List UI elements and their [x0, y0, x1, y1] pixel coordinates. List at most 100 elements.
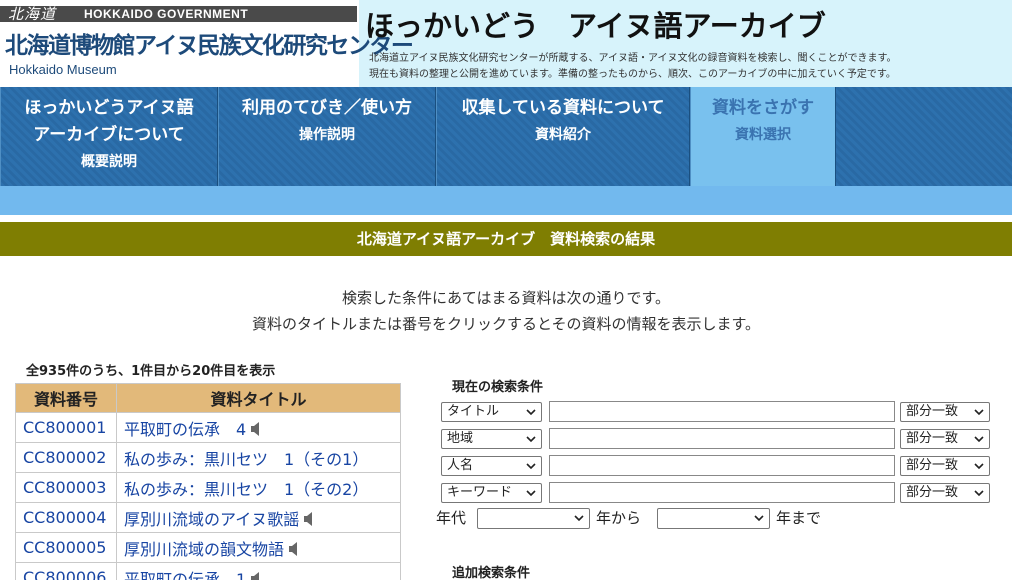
field-select-value: タイトル [447, 404, 500, 419]
logo-banner: 北海道 HOKKAIDO GOVERNMENT [0, 5, 357, 23]
speaker-icon[interactable] [288, 541, 302, 557]
table-row: CC800004 厚別川流域のアイヌ歌謡 [15, 502, 401, 533]
column-header-title: 資料タイトル [116, 383, 401, 413]
year-to-label: 年まで [776, 509, 822, 527]
material-title-link[interactable]: 厚別川流域の韻文物語 [124, 540, 284, 559]
site-description: 北海道立アイヌ民族文化研究センターが所蔵する、アイヌ語・アイヌ文化の録音資料を検… [369, 51, 897, 83]
field-select-4[interactable]: キーワード [441, 483, 542, 503]
nav-item-about[interactable]: ほっかいどうアイヌ語 アーカイブについて 概要説明 [0, 87, 218, 186]
year-label: 年代 [436, 509, 467, 527]
material-title-cell: 厚別川流域のアイヌ歌謡 [116, 502, 401, 533]
chevron-down-icon [754, 515, 764, 522]
material-title-link[interactable]: 厚別川流域のアイヌ歌謡 [124, 510, 299, 529]
search-input-4[interactable] [549, 482, 895, 503]
material-title-link[interactable]: 平取町の伝承 4 [124, 420, 246, 439]
search-input-1[interactable] [549, 401, 895, 422]
current-conditions-label: 現在の検索条件 [452, 380, 544, 395]
year-to-select[interactable] [657, 508, 770, 529]
table-row: CC800003 私の歩み：黒川セツ 1（その2） [15, 472, 401, 503]
nav-item-sublabel: 操作説明 [299, 127, 355, 143]
material-title-link[interactable]: 私の歩み：黒川セツ 1（その2） [124, 480, 368, 499]
table-row: CC800002 私の歩み：黒川セツ 1（その1） [15, 442, 401, 473]
field-select-3[interactable]: 人名 [441, 456, 542, 476]
intro-line-1: 検索した条件にあてはまる資料は次の通りです。 [342, 289, 670, 307]
year-from-label: 年から [596, 509, 642, 527]
chevron-down-icon [574, 515, 584, 522]
field-select-value: キーワード [447, 485, 513, 500]
speaker-icon[interactable] [303, 511, 317, 527]
chevron-down-icon [974, 463, 984, 470]
year-from-select[interactable] [477, 508, 590, 529]
chevron-down-icon [526, 490, 536, 497]
additional-conditions-label: 追加検索条件 [452, 566, 531, 580]
main-nav: ほっかいどうアイヌ語 アーカイブについて 概要説明 利用のてびき／使い方 操作説… [0, 87, 1012, 186]
intro-text: 検索した条件にあてはまる資料は次の通りです。 資料のタイトルまたは番号をクリック… [0, 285, 1012, 337]
material-title-cell: 平取町の伝承 4 [116, 412, 401, 443]
material-title-cell: 私の歩み：黒川セツ 1（その2） [116, 472, 401, 503]
nav-item-sublabel: 資料紹介 [535, 127, 591, 143]
table-row: CC800006 平取町の伝承 1 [15, 562, 401, 580]
speaker-icon[interactable] [250, 571, 264, 580]
match-select-value: 部分一致 [906, 485, 959, 500]
speaker-icon[interactable] [250, 421, 264, 437]
column-header-id: 資料番号 [15, 383, 117, 413]
site-title: ほっかいどう アイヌ語アーカイブ [365, 9, 826, 43]
results-table: 資料番号 資料タイトル CC800001 平取町の伝承 4 CC800002 私… [15, 383, 401, 580]
table-header-row: 資料番号 資料タイトル [15, 383, 401, 413]
match-select-1[interactable]: 部分一致 [900, 402, 990, 422]
nav-item-sublabel: 概要説明 [81, 154, 137, 170]
table-row: CC800005 厚別川流域の韻文物語 [15, 532, 401, 563]
nav-subband [0, 186, 1012, 215]
chevron-down-icon [526, 463, 536, 470]
result-count: 全935件のうち、1件目から20件目を表示 [26, 364, 276, 379]
section-title: 北海道アイヌ語アーカイブ 資料検索の結果 [0, 222, 1012, 256]
material-id-link[interactable]: CC800001 [15, 412, 117, 443]
match-select-value: 部分一致 [906, 458, 959, 473]
museum-logo[interactable]: 北海道 HOKKAIDO GOVERNMENT 北海道博物館アイヌ民族文化研究セ… [0, 0, 414, 87]
field-select-value: 人名 [447, 458, 474, 473]
material-title-link[interactable]: 私の歩み：黒川セツ 1（その1） [124, 450, 368, 469]
site-header: 北海道 HOKKAIDO GOVERNMENT 北海道博物館アイヌ民族文化研究セ… [0, 0, 1012, 87]
chevron-down-icon [974, 490, 984, 497]
field-select-1[interactable]: タイトル [441, 402, 542, 422]
nav-item-label: 資料をさがす [712, 98, 814, 118]
material-id-link[interactable]: CC800002 [15, 442, 117, 473]
chevron-down-icon [526, 409, 536, 416]
nav-item-search[interactable]: 資料をさがす 資料選択 [690, 87, 836, 186]
match-select-value: 部分一致 [906, 431, 959, 446]
material-id-link[interactable]: CC800005 [15, 532, 117, 563]
material-id-link[interactable]: CC800006 [15, 562, 117, 580]
logo-main-text: 北海道博物館アイヌ民族文化研究センター [5, 33, 414, 59]
material-title-cell: 平取町の伝承 1 [116, 562, 401, 580]
material-id-link[interactable]: CC800003 [15, 472, 117, 503]
field-select-value: 地域 [447, 431, 474, 446]
nav-item-label: 収集している資料について [461, 98, 665, 118]
table-row: CC800001 平取町の伝承 4 [15, 412, 401, 443]
material-id-link[interactable]: CC800004 [15, 502, 117, 533]
material-title-link[interactable]: 平取町の伝承 1 [124, 570, 246, 580]
logo-government-text: HOKKAIDO GOVERNMENT [84, 7, 249, 21]
field-select-2[interactable]: 地域 [441, 429, 542, 449]
match-select-3[interactable]: 部分一致 [900, 456, 990, 476]
site-description-line-2: 現在も資料の整理と公開を進めています。準備の整ったものから、順次、このアーカイブ… [369, 69, 896, 80]
chevron-down-icon [974, 409, 984, 416]
search-input-2[interactable] [549, 428, 895, 449]
nav-item-collection[interactable]: 収集している資料について 資料紹介 [436, 87, 690, 186]
nav-item-label: 利用のてびき／使い方 [242, 98, 412, 118]
match-select-4[interactable]: 部分一致 [900, 483, 990, 503]
logo-sub-text: Hokkaido Museum [9, 62, 117, 77]
match-select-value: 部分一致 [906, 404, 959, 419]
nav-item-label: アーカイブについて [33, 125, 185, 145]
chevron-down-icon [526, 436, 536, 443]
chevron-down-icon [974, 436, 984, 443]
nav-item-label: ほっかいどうアイヌ語 [24, 98, 194, 118]
logo-brush-text: 北海道 [8, 5, 57, 23]
nav-filler [836, 87, 1012, 186]
match-select-2[interactable]: 部分一致 [900, 429, 990, 449]
site-description-line-1: 北海道立アイヌ民族文化研究センターが所蔵する、アイヌ語・アイヌ文化の録音資料を検… [369, 53, 897, 64]
nav-item-sublabel: 資料選択 [735, 127, 791, 143]
search-input-3[interactable] [549, 455, 895, 476]
material-title-cell: 厚別川流域の韻文物語 [116, 532, 401, 563]
nav-item-guide[interactable]: 利用のてびき／使い方 操作説明 [218, 87, 436, 186]
material-title-cell: 私の歩み：黒川セツ 1（その1） [116, 442, 401, 473]
